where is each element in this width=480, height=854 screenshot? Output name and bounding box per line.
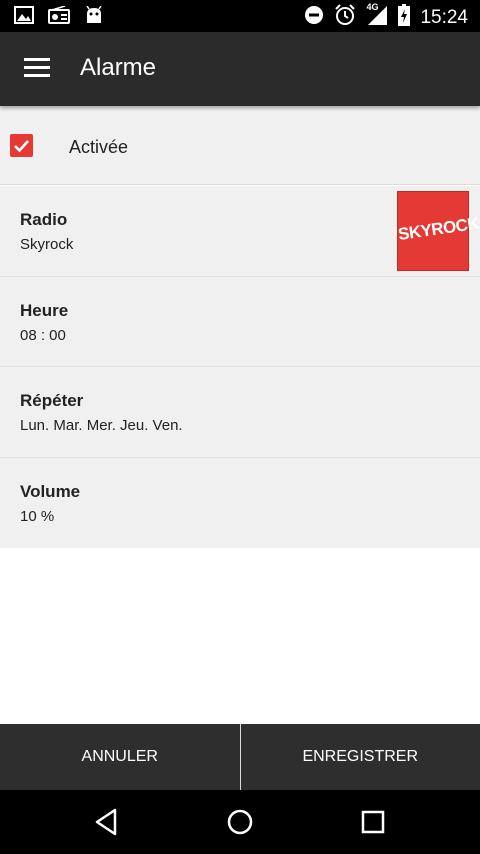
check-icon — [14, 140, 29, 153]
radio-setting-row[interactable]: Radio Skyrock SKYROCK — [0, 186, 480, 277]
android-icon — [84, 5, 104, 29]
status-bar: 4G 15:24 — [0, 0, 480, 32]
radio-station-logo: SKYROCK — [396, 191, 480, 271]
settings-list: Radio Skyrock SKYROCK Heure 08 : 00 Répé… — [0, 186, 480, 548]
hamburger-menu-icon[interactable] — [24, 58, 50, 78]
navigation-bar — [0, 790, 480, 854]
radio-value: Skyrock — [20, 236, 74, 253]
volume-setting-row[interactable]: Volume 10 % — [0, 457, 480, 548]
radio-title: Radio — [20, 210, 68, 229]
enabled-checkbox[interactable] — [10, 134, 33, 157]
do-not-disturb-icon — [304, 5, 324, 30]
cancel-button[interactable]: ANNULER — [0, 724, 240, 790]
status-time: 15:24 — [420, 6, 468, 28]
home-icon[interactable] — [224, 806, 256, 838]
network-type-label: 4G — [366, 2, 379, 12]
volume-title: Volume — [20, 481, 81, 501]
repeat-title: Répéter — [20, 391, 84, 410]
page-title: Alarme — [80, 54, 157, 81]
app-bar: Alarme — [0, 32, 480, 106]
alarm-icon — [334, 4, 356, 31]
signal-icon: 4G — [366, 2, 388, 31]
action-bar: ANNULER ENREGISTRER — [0, 724, 480, 790]
repeat-value: Lun. Mar. Mer. Jeu. Ven. — [20, 417, 183, 434]
recent-apps-icon[interactable] — [357, 806, 389, 838]
image-icon — [14, 6, 34, 29]
volume-value: 10 % — [20, 507, 55, 525]
enabled-label: Activée — [69, 137, 129, 157]
save-button[interactable]: ENREGISTRER — [241, 724, 480, 790]
back-icon[interactable] — [91, 806, 123, 838]
repeat-setting-row[interactable]: Répéter Lun. Mar. Mer. Jeu. Ven. — [0, 367, 480, 458]
time-title: Heure — [20, 300, 69, 320]
radio-logo-text: SKYROCK — [396, 213, 480, 244]
radio-icon — [48, 5, 70, 29]
battery-charging-icon — [398, 4, 411, 31]
time-setting-row[interactable]: Heure 08 : 00 — [0, 276, 480, 367]
time-value: 08 : 00 — [20, 326, 66, 344]
